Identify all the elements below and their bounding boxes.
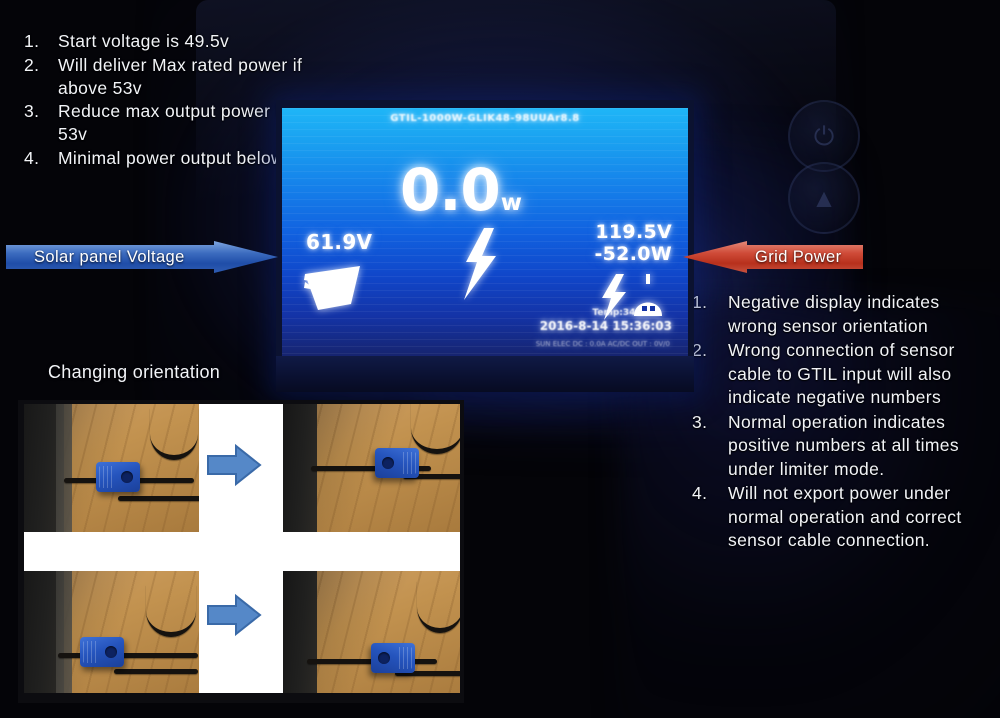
list-item: 1. Negative display indicates wrong sens… xyxy=(692,291,992,338)
list-item-number: 4. xyxy=(24,147,40,168)
photo-border xyxy=(18,400,24,703)
ct-cable-port xyxy=(105,646,117,658)
black-cable xyxy=(146,585,196,637)
lcd-output-power-readout: 0.0w xyxy=(400,156,522,224)
right-arrow-icon xyxy=(206,442,262,488)
photo-quadrant-bottom-left xyxy=(18,571,199,703)
lcd-output-power-value: 0.0 xyxy=(400,156,501,224)
callout-grid-power-label: Grid Power xyxy=(755,247,842,266)
inverter-lcd-screen: GTIL-1000W-GLIK48-98UUAr8.8 0.0w 61.9V 1… xyxy=(282,108,688,356)
lcd-grid-power-readout: -52.0W xyxy=(594,243,672,266)
annotated-diagram-stage: ⏻ ▲ 1. Start voltage is 49.5v 2. Will de… xyxy=(0,0,1000,718)
lcd-datetime-readout: 2016-8-14 15:36:03 xyxy=(539,319,672,333)
ct-clamp-sensor-flipped xyxy=(371,643,415,673)
ct-cable-port xyxy=(382,457,394,469)
photo-grid-caption: Changing orientation xyxy=(48,362,221,382)
list-item-number: 4. xyxy=(692,483,708,504)
list-item-number: 2. xyxy=(692,340,708,361)
list-item: 4. Will not export power under normal op… xyxy=(692,482,992,553)
black-cable xyxy=(411,402,463,454)
ct-cable-port xyxy=(121,471,133,483)
photo-border xyxy=(18,693,464,703)
list-item: 2. Wrong connection of sensor cable to G… xyxy=(692,339,992,410)
list-item: 2. Will deliver Max rated power if above… xyxy=(24,54,334,100)
black-cable xyxy=(150,408,198,460)
callout-grid-power: Grid Power xyxy=(683,241,863,273)
baseboard xyxy=(56,400,72,532)
list-item-number: 1. xyxy=(692,292,708,312)
baseboard xyxy=(56,571,72,703)
power-glyph: ⏻ xyxy=(813,121,835,151)
photo-quadrant-top-right xyxy=(283,400,464,532)
list-item-number: 3. xyxy=(24,101,40,122)
device-icon-cluster: ⏻ ▲ xyxy=(780,100,875,235)
lcd-output-power-unit: w xyxy=(500,190,522,216)
dark-wall xyxy=(283,571,317,703)
warning-glyph: ▲ xyxy=(811,183,837,213)
list-item: 1. Start voltage is 49.5v xyxy=(24,30,334,53)
lcd-pv-voltage-readout: 61.9V xyxy=(306,230,373,254)
lcd-model-line: GTIL-1000W-GLIK48-98UUAr8.8 xyxy=(390,113,580,124)
black-cable xyxy=(58,653,198,658)
black-cable xyxy=(114,669,198,674)
list-item-number: 3. xyxy=(692,411,708,432)
callout-solar-panel-voltage-label: Solar panel Voltage xyxy=(34,247,185,266)
lcd-grid-readout-group: 119.5V -52.0W xyxy=(594,221,672,266)
list-item-number: 1. xyxy=(24,31,40,51)
list-item-text: Start voltage is 49.5v xyxy=(58,31,230,51)
ct-cable-port xyxy=(378,652,390,664)
lightning-bolt-icon xyxy=(460,228,500,300)
list-item-text: Normal operation indicates positive numb… xyxy=(728,411,959,479)
callout-solar-panel-voltage: Solar panel Voltage xyxy=(6,241,278,273)
right-troubleshooting-list: 1. Negative display indicates wrong sens… xyxy=(692,291,992,554)
photo-quadrant-bottom-right xyxy=(283,571,464,703)
black-cable xyxy=(417,581,463,633)
solar-panel-icon xyxy=(302,260,364,312)
ct-clamp-sensor xyxy=(96,462,140,492)
ct-ridges xyxy=(400,452,416,474)
ct-ridges xyxy=(396,647,412,669)
ct-ridges xyxy=(83,641,99,663)
list-item-text: Will not export power under normal opera… xyxy=(728,483,962,551)
photo-border xyxy=(18,400,464,404)
photo-border xyxy=(460,400,464,703)
warning-triangle-icon: ▲ xyxy=(788,162,860,234)
list-item-number: 2. xyxy=(24,54,40,75)
photo-quadrant-top-left xyxy=(18,400,199,532)
list-item: 3. Normal operation indicates positive n… xyxy=(692,411,992,482)
ct-clamp-sensor xyxy=(80,637,124,667)
ct-ridges xyxy=(99,466,115,488)
list-item-text: Wrong connection of sensor cable to GTIL… xyxy=(728,340,955,408)
lcd-footnote-line: SUN ELEC DC : 0.0A AC/DC OUT : 0V/0 xyxy=(535,340,670,348)
lcd-grid-voltage-readout: 119.5V xyxy=(595,221,672,243)
ct-clamp-sensor-flipped xyxy=(375,448,419,478)
right-arrow-icon xyxy=(206,592,262,638)
grid-plug-lightning-icon xyxy=(598,272,670,320)
list-item-text: Will deliver Max rated power if above 53… xyxy=(58,54,303,98)
inverter-lcd-frame: GTIL-1000W-GLIK48-98UUAr8.8 0.0w 61.9V 1… xyxy=(276,100,694,392)
sensor-orientation-photo-grid xyxy=(18,400,464,703)
list-item-text: Negative display indicates wrong sensor … xyxy=(728,292,940,336)
lcd-lower-bezel xyxy=(276,356,694,392)
power-button-icon: ⏻ xyxy=(788,100,860,172)
black-cable xyxy=(118,496,199,501)
